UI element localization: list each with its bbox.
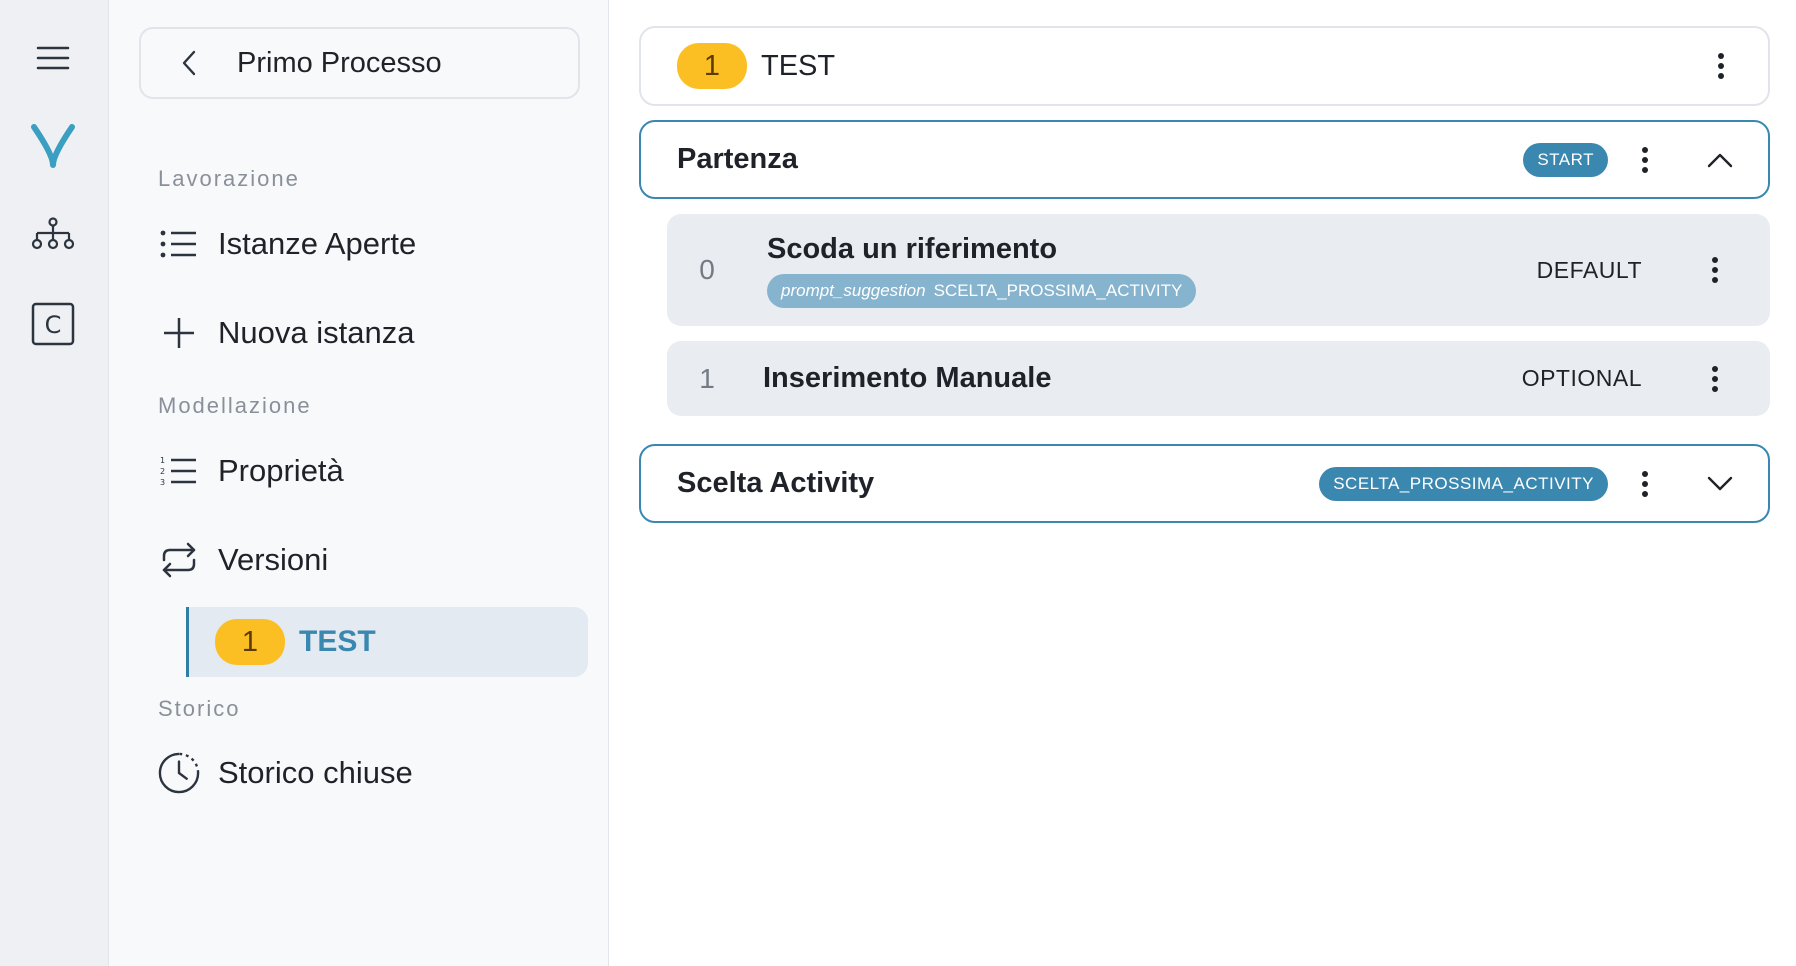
nav-label-istanze-aperte: Istanze Aperte [218,226,417,261]
list-icon [158,223,200,265]
nav-label-versioni: Versioni [218,542,329,577]
chevron-up-icon [1707,153,1733,167]
section-label-lavorazione: Lavorazione [158,166,300,191]
svg-text:1: 1 [160,456,165,465]
nav-item-nuova-istanza[interactable]: Nuova istanza [158,303,414,363]
nav-item-proprieta[interactable]: 1 2 3 Proprietà [158,441,344,501]
icon-rail: C [0,0,109,966]
repeat-icon [158,539,200,581]
more-vertical-icon [1642,146,1648,173]
workflow-button[interactable] [25,207,81,263]
menu-icon [36,46,70,70]
version-item-test[interactable]: 1 TEST [186,607,588,677]
step-card-partenza[interactable]: Partenza START [639,120,1770,199]
svg-text:2: 2 [160,467,165,476]
svg-text:C: C [45,311,62,339]
activity-index: 0 [699,254,715,285]
numbered-list-icon: 1 2 3 [158,450,200,492]
nav-item-istanze-aperte[interactable]: Istanze Aperte [158,214,416,274]
expand-button[interactable] [1682,454,1758,514]
process-header-button[interactable]: Primo Processo [139,27,580,99]
chevron-left-icon [141,50,237,76]
version-title: TEST [761,49,836,82]
clock-icon [158,752,200,794]
version-number-badge: 1 [215,619,285,665]
version-menu-button[interactable] [1684,36,1758,96]
step-title: Scelta Activity [677,467,875,499]
activity-menu-button[interactable] [1678,240,1752,300]
activity-type: DEFAULT [1536,256,1642,283]
step-type-badge: START [1523,142,1608,177]
activity-tag-value: SCELTA_PROSSIMA_ACTIVITY [933,280,1183,300]
chevron-down-icon [1707,476,1733,490]
version-label: TEST [299,625,376,658]
app-logo[interactable] [25,117,81,173]
svg-text:3: 3 [160,478,165,487]
nav-label-proprieta: Proprietà [218,453,344,488]
activity-tag-key: prompt_suggestion [781,280,926,300]
more-vertical-icon [1642,470,1648,497]
more-vertical-icon [1712,365,1718,392]
menu-button[interactable] [25,30,81,86]
activity-title: Scoda un riferimento [767,232,1058,265]
main-content: 1 TEST Partenza START 0 Scoda un riferim… [609,0,1796,966]
more-vertical-icon [1712,257,1718,283]
activity-index: 1 [699,362,715,394]
step-type-badge: SCELTA_PROSSIMA_ACTIVITY [1319,466,1608,501]
nav-label-storico-chiuse: Storico chiuse [218,755,413,790]
version-number-badge: 1 [677,43,747,89]
activity-tag: prompt_suggestion SCELTA_PROSSIMA_ACTIVI… [767,273,1197,308]
org-chart-icon [31,217,75,250]
activity-type: OPTIONAL [1521,365,1642,391]
step-menu-button[interactable] [1608,454,1682,514]
nav-item-versioni[interactable]: Versioni [158,530,328,590]
step-card-scelta-activity[interactable]: Scelta Activity SCELTA_PROSSIMA_ACTIVITY [639,444,1770,523]
plus-icon [158,312,200,354]
nav-label-nuova-istanza: Nuova istanza [218,315,415,350]
process-title: Primo Processo [237,46,442,79]
section-label-modellazione: Modellazione [158,393,312,418]
step-title: Partenza [677,143,798,175]
version-card[interactable]: 1 TEST [639,26,1770,106]
activity-row[interactable]: 0 Scoda un riferimento prompt_suggestion… [667,214,1770,326]
nav-item-storico-chiuse[interactable]: Storico chiuse [158,743,413,803]
app-logo-icon [31,124,75,168]
activity-row[interactable]: 1 Inserimento Manuale OPTIONAL [667,341,1770,416]
c-box-button[interactable]: C [25,296,81,352]
more-vertical-icon [1718,53,1724,79]
activity-menu-button[interactable] [1678,349,1752,409]
section-label-storico: Storico [158,696,241,721]
navigation-sidebar: Primo Processo Lavorazione Istanze Apert… [109,0,609,966]
c-box-icon: C [31,302,75,346]
step-menu-button[interactable] [1608,130,1682,190]
activity-title: Inserimento Manuale [763,362,1052,394]
collapse-button[interactable] [1682,130,1758,190]
